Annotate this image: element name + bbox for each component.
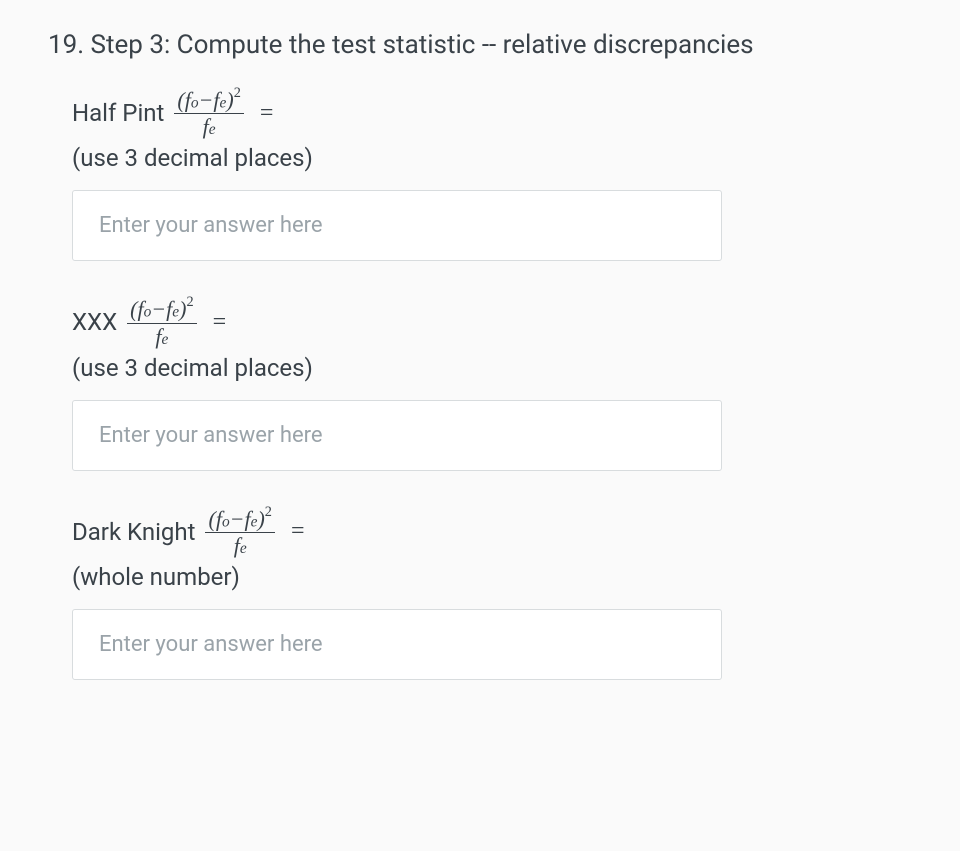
answer-input-dark-knight[interactable] [72, 609, 722, 680]
question-title-text: Step 3: Compute the test statistic -- re… [91, 30, 754, 60]
prompt-xxx: XXX (fo−fe)2 fe = [72, 297, 912, 347]
formula-fraction: (fo−fe)2 fe [205, 507, 274, 557]
prompt-dark-knight: Dark Knight (fo−fe)2 fe = [72, 507, 912, 557]
formula-fraction: (fo−fe)2 fe [127, 297, 196, 347]
formula-numerator: (fo−fe)2 [205, 507, 274, 533]
question-number: 19. [48, 30, 84, 60]
formula-fraction: (fo−fe)2 fe [174, 88, 243, 138]
formula-denominator: fe [203, 114, 216, 138]
sub-question-dark-knight: Dark Knight (fo−fe)2 fe = (whole number) [48, 507, 912, 680]
answer-input-half-pint[interactable] [72, 190, 722, 261]
hint-dark-knight: (whole number) [72, 563, 912, 591]
label-half-pint: Half Pint [72, 99, 164, 127]
formula-denominator: fe [234, 533, 247, 557]
equals-sign: = [213, 309, 227, 336]
hint-xxx: (use 3 decimal places) [72, 354, 912, 382]
sub-question-half-pint: Half Pint (fo−fe)2 fe = (use 3 decimal p… [48, 88, 912, 261]
answer-input-xxx[interactable] [72, 400, 722, 471]
sub-question-xxx: XXX (fo−fe)2 fe = (use 3 decimal places) [48, 297, 912, 470]
equals-sign: = [260, 100, 274, 127]
formula-numerator: (fo−fe)2 [127, 297, 196, 323]
label-xxx: XXX [72, 308, 117, 336]
question-title: 19. Step 3: Compute the test statistic -… [48, 30, 912, 60]
formula-denominator: fe [155, 324, 168, 348]
equals-sign: = [291, 518, 305, 545]
formula-numerator: (fo−fe)2 [174, 88, 243, 114]
hint-half-pint: (use 3 decimal places) [72, 144, 912, 172]
prompt-half-pint: Half Pint (fo−fe)2 fe = [72, 88, 912, 138]
label-dark-knight: Dark Knight [72, 518, 195, 546]
